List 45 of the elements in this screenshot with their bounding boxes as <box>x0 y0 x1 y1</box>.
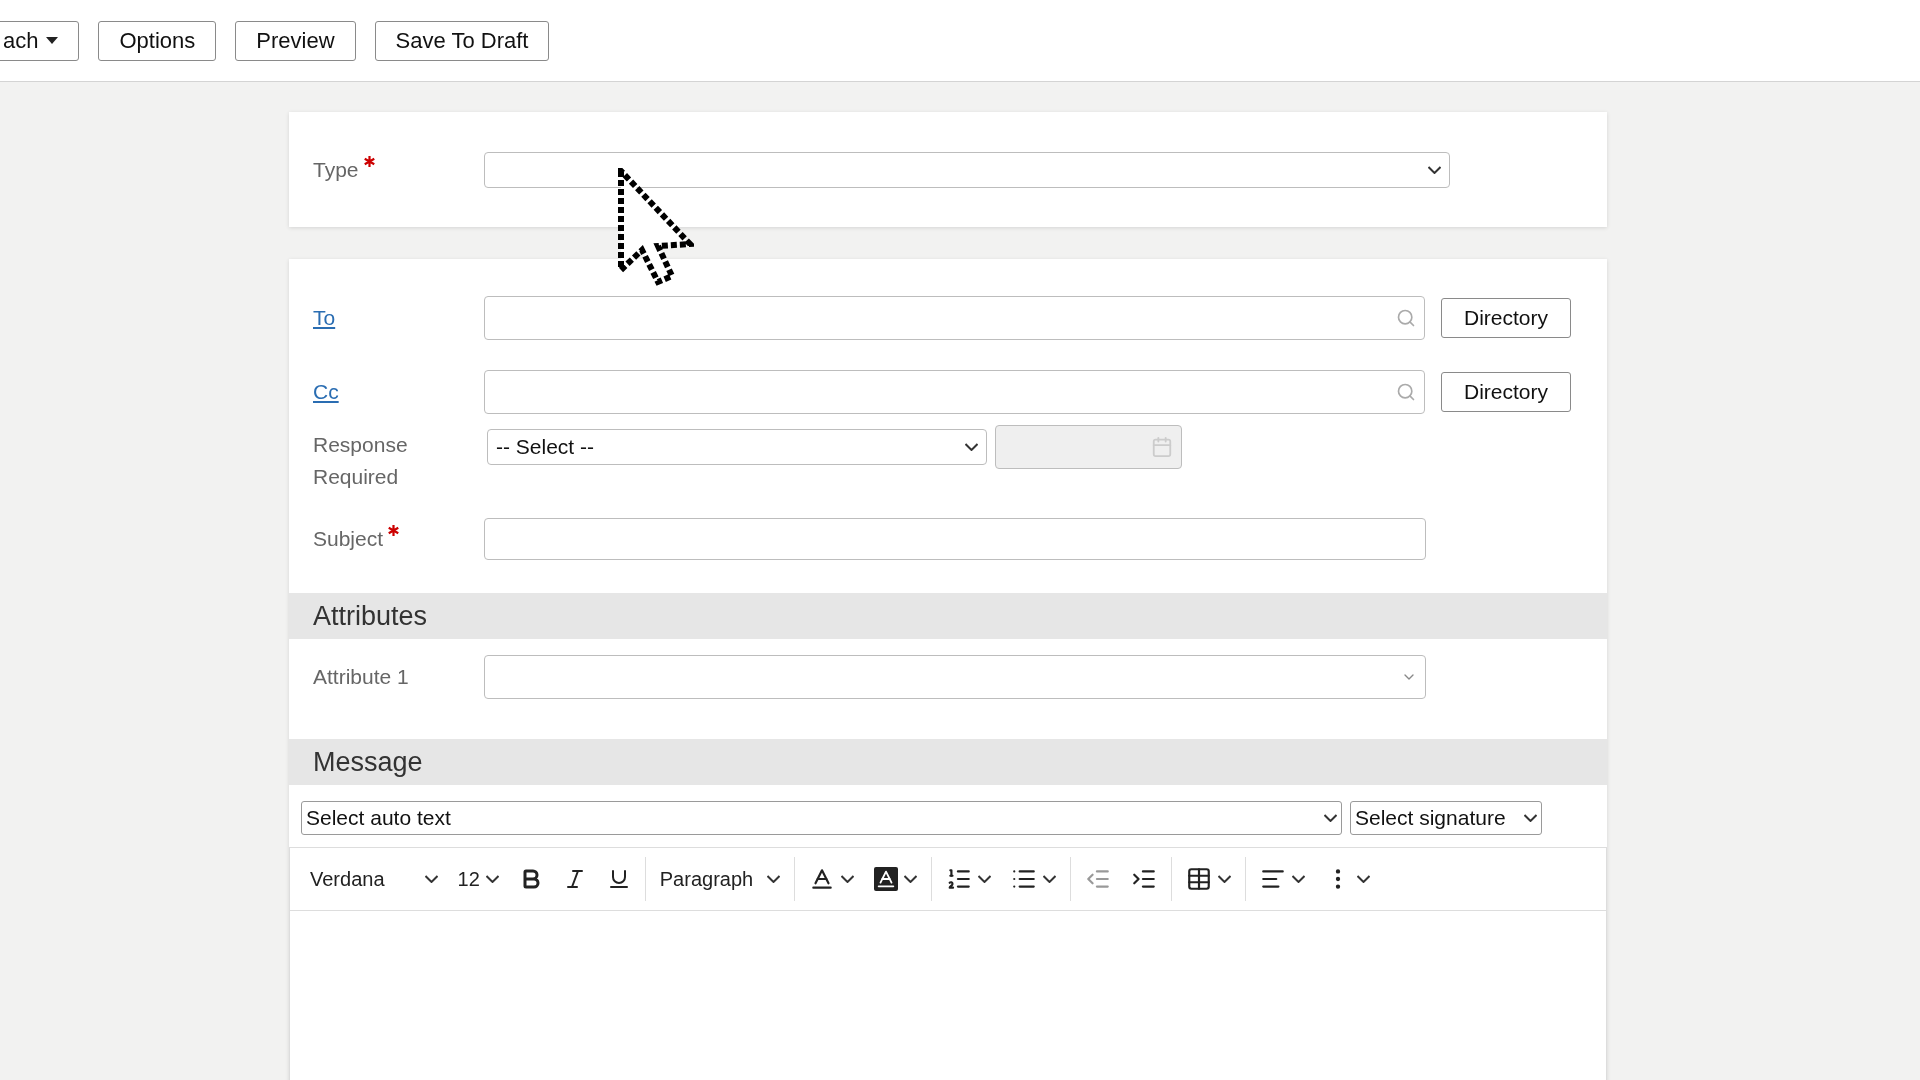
section-heading: Attributes <box>289 593 1607 639</box>
directory-button[interactable]: Directory <box>1441 298 1571 338</box>
search-icon <box>1396 382 1416 402</box>
field-label: Type <box>313 153 484 186</box>
toolbar-button[interactable]: Preview <box>235 20 356 61</box>
subject-field[interactable] <box>484 518 1426 560</box>
font-family-select[interactable]: Verdana <box>304 867 444 891</box>
chevron-down-icon <box>965 443 978 451</box>
caret-icon <box>46 37 59 44</box>
block-format-select[interactable]: Paragraph <box>653 867 787 891</box>
toolbar-button[interactable]: Options <box>98 20 217 61</box>
numbered-list-icon[interactable] <box>946 866 973 892</box>
toolbar-button[interactable]: ach <box>0 20 80 61</box>
search-icon <box>1396 308 1416 328</box>
chevron-down-icon <box>424 875 438 883</box>
date-field[interactable] <box>995 425 1182 469</box>
chevron-down-icon <box>485 875 499 883</box>
chevron-down-icon <box>767 875 781 883</box>
section-heading: Message <box>289 739 1607 785</box>
chevron-down-icon <box>1524 814 1537 822</box>
toolbar-button[interactable]: Save To Draft <box>374 20 550 61</box>
font-size-select[interactable]: 12 <box>451 867 505 891</box>
chevron-down-icon <box>978 875 992 883</box>
calendar-icon <box>1151 436 1173 458</box>
recipient-link[interactable]: Cc <box>313 380 484 404</box>
response-select[interactable]: -- Select -- <box>487 429 987 465</box>
field-label: Response Required <box>313 432 409 490</box>
chevron-down-icon <box>1043 875 1057 883</box>
chevron-down-icon <box>1324 814 1337 822</box>
chevron-down-icon <box>1292 875 1306 883</box>
auto-text-select[interactable]: Select auto text <box>301 801 1342 835</box>
chevron-down-icon <box>1428 165 1441 174</box>
table-icon[interactable] <box>1186 866 1213 892</box>
recipient-field[interactable] <box>484 296 1425 340</box>
field-label: Attribute 1 <box>313 664 410 690</box>
recipient-link[interactable]: To <box>313 306 484 330</box>
directory-button[interactable]: Directory <box>1441 372 1571 412</box>
chevron-down-icon <box>1218 875 1232 883</box>
highlight-color-icon[interactable] <box>874 867 899 891</box>
recipient-field[interactable] <box>484 370 1425 414</box>
chevron-down-icon <box>841 875 855 883</box>
chevron-down-icon <box>904 875 918 883</box>
chevron-down-icon <box>1357 875 1371 883</box>
signature-select[interactable]: Select signature <box>1350 801 1542 835</box>
field-label: Subject <box>313 523 484 555</box>
